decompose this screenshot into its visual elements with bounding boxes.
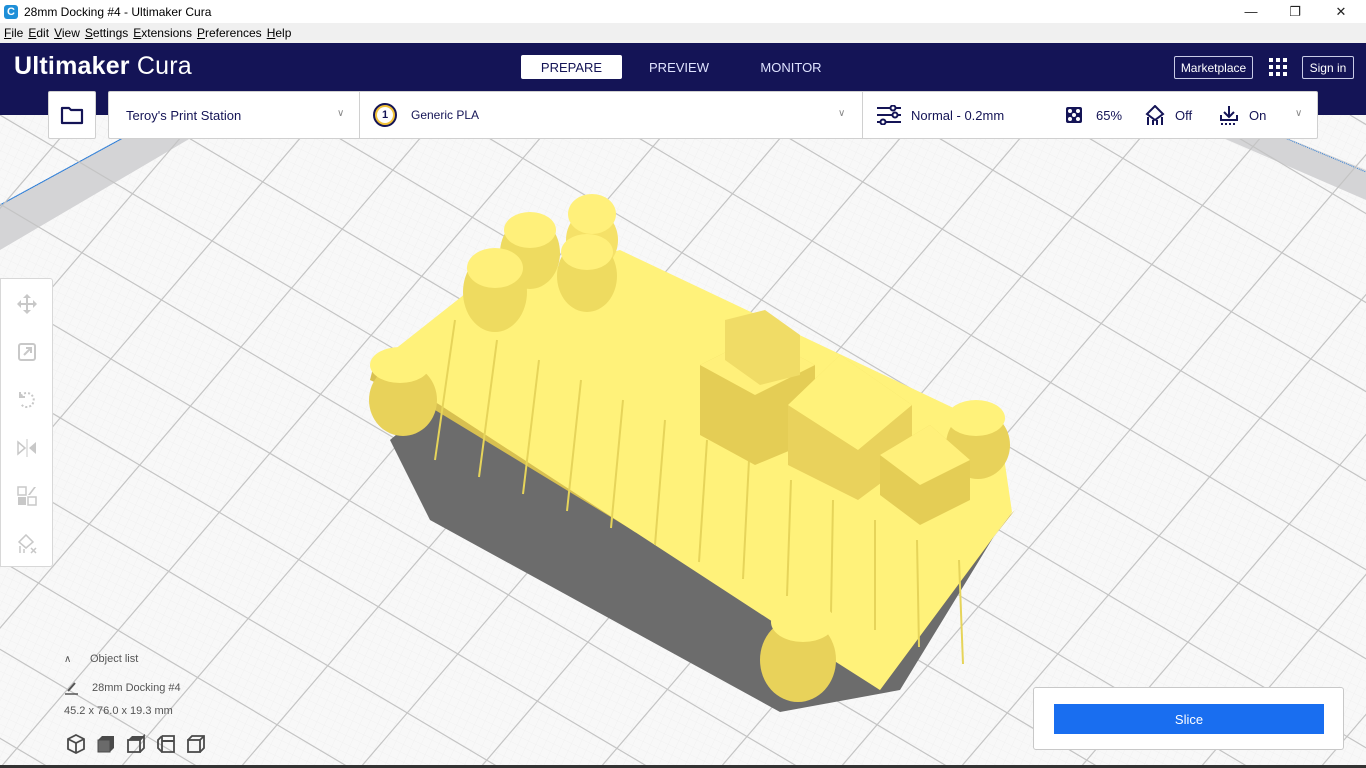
support-icon [1145, 105, 1165, 125]
scale-icon [18, 343, 36, 361]
slice-button[interactable]: Slice [1054, 704, 1324, 734]
menu-help[interactable]: Help [267, 26, 292, 40]
left-view-icon [157, 735, 175, 753]
object-list-toggle[interactable]: ∧ Object list [64, 650, 264, 668]
support-setting: Off [1145, 92, 1192, 138]
rotate-icon [19, 392, 35, 408]
menu-extensions[interactable]: Extensions [133, 26, 192, 40]
window-title-bar: C 28mm Docking #4 - Ultimaker Cura [0, 0, 1366, 23]
extruder-icon: 1 [373, 103, 397, 127]
mirror-icon [17, 439, 36, 457]
per-model-settings-button[interactable] [14, 483, 40, 509]
open-file-button[interactable] [48, 91, 96, 139]
left-view-button[interactable] [156, 734, 176, 754]
scale-tool-button[interactable] [14, 339, 40, 365]
support-blocker-icon [17, 534, 37, 554]
apps-grid-icon[interactable] [1269, 58, 1287, 76]
printer-selector[interactable]: Teroy's Print Station ∨ [108, 91, 360, 139]
3d-viewport[interactable] [0, 115, 1366, 768]
menu-file[interactable]: File [4, 26, 23, 40]
infill-icon [1066, 107, 1082, 123]
build-plate [0, 115, 1366, 768]
action-panel: Slice [1033, 687, 1344, 750]
menu-view[interactable]: View [54, 26, 80, 40]
object-list-item[interactable]: 28mm Docking #4 [64, 679, 264, 697]
menu-preferences[interactable]: Preferences [197, 26, 262, 40]
extruder-number: 1 [377, 107, 393, 123]
window-title: 28mm Docking #4 - Ultimaker Cura [24, 4, 212, 19]
sliders-icon [877, 105, 901, 125]
app-logo: Ultimaker Cura [14, 52, 192, 81]
chevron-down-icon: ∨ [1295, 108, 1303, 119]
front-view-button[interactable] [96, 734, 116, 754]
right-view-button[interactable] [186, 734, 206, 754]
tab-monitor[interactable]: MONITOR [748, 55, 834, 79]
sign-in-button[interactable]: Sign in [1302, 56, 1354, 79]
infill-value: 65% [1096, 107, 1123, 123]
chevron-down-icon: ∨ [838, 108, 846, 119]
printer-name: Teroy's Print Station [126, 107, 242, 123]
logo-light: Cura [136, 52, 192, 80]
menu-bar: File Edit View Settings Extensions Prefe… [0, 23, 1366, 43]
adhesion-setting: On [1219, 92, 1266, 138]
object-list-header: Object list [90, 653, 139, 665]
front-view-icon [97, 736, 114, 753]
minimize-button[interactable]: — [1228, 0, 1274, 23]
folder-icon [60, 106, 84, 125]
tool-panel [0, 278, 53, 567]
support-blocker-button[interactable] [14, 531, 40, 557]
per-model-settings-icon [17, 486, 37, 506]
marketplace-button[interactable]: Marketplace [1174, 56, 1253, 79]
close-button[interactable]: ✕ [1318, 0, 1364, 23]
object-dimensions: 45.2 x 76.0 x 19.3 mm [64, 705, 173, 717]
rotate-tool-button[interactable] [14, 387, 40, 413]
adhesion-icon [1220, 106, 1238, 125]
material-selector[interactable]: 1 Generic PLA ∨ [359, 91, 863, 139]
menu-settings[interactable]: Settings [85, 26, 128, 40]
infill-setting: 65% [1065, 92, 1122, 138]
maximize-button[interactable]: ❐ [1272, 0, 1318, 23]
object-name: 28mm Docking #4 [92, 682, 181, 694]
mirror-tool-button[interactable] [14, 435, 40, 461]
tab-prepare[interactable]: PREPARE [521, 55, 622, 79]
material-name: Generic PLA [411, 108, 480, 122]
menu-edit[interactable]: Edit [28, 26, 49, 40]
stage-tabs: PREPARE PREVIEW MONITOR [521, 55, 848, 79]
cura-app-icon: C [4, 4, 18, 19]
support-value: Off [1175, 107, 1193, 123]
view-orientation-buttons [66, 734, 216, 754]
chevron-up-icon: ∧ [64, 653, 72, 665]
move-icon [17, 294, 37, 314]
top-view-icon [127, 734, 145, 753]
profile-setting: Normal - 0.2mm [877, 92, 1004, 138]
3d-view-button[interactable] [66, 734, 86, 754]
adhesion-value: On [1249, 107, 1267, 123]
chevron-down-icon: ∨ [337, 108, 345, 119]
3d-view-icon [67, 734, 85, 754]
move-tool-button[interactable] [14, 291, 40, 317]
logo-bold: Ultimaker [14, 52, 130, 80]
edit-pencil-icon [65, 682, 78, 695]
print-settings-selector[interactable]: Normal - 0.2mm 65% Off On ∨ [862, 91, 1318, 139]
top-view-button[interactable] [126, 734, 146, 754]
tab-preview[interactable]: PREVIEW [636, 55, 722, 79]
profile-name: Normal - 0.2mm [911, 107, 1005, 123]
right-view-icon [187, 735, 205, 753]
